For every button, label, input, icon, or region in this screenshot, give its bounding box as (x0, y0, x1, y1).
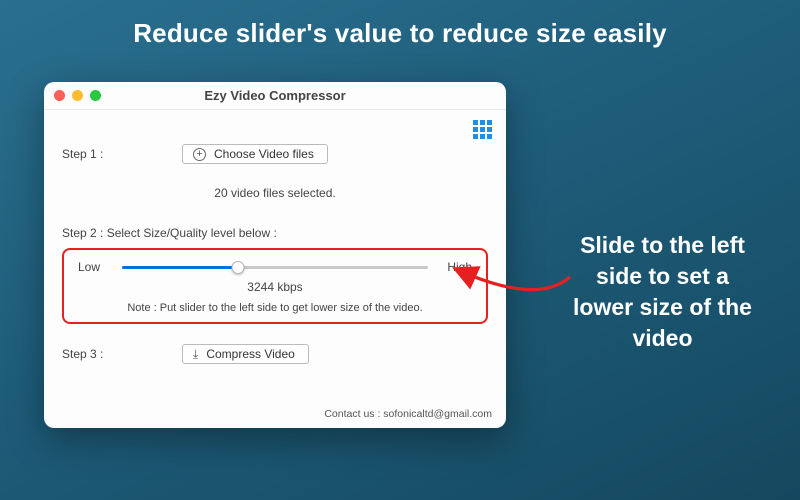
step1-label: Step 1 : (62, 147, 120, 161)
compress-video-button[interactable]: ⤓ Compress Video (182, 344, 309, 364)
step3-label: Step 3 : (62, 347, 120, 361)
contact-info: Contact us : sofonicaltd@gmail.com (324, 408, 492, 420)
bitrate-readout: 3244 kbps (78, 280, 472, 294)
app-window: Ezy Video Compressor Step 1 : + Choose V… (44, 82, 506, 428)
quality-slider-section: Low High 3244 kbps Note : Put slider to … (62, 248, 488, 324)
choose-button-label: Choose Video files (214, 147, 314, 161)
compress-button-label: Compress Video (206, 347, 295, 361)
slider-low-label: Low (78, 260, 110, 274)
slider-track-fill (122, 266, 238, 269)
plus-icon: + (193, 148, 206, 161)
slider-thumb[interactable] (232, 261, 245, 274)
grid-icon (473, 120, 492, 139)
callout-text: Slide to the left side to set a lower si… (565, 230, 760, 354)
slider-note: Note : Put slider to the left side to ge… (78, 302, 472, 314)
quality-slider[interactable] (122, 260, 428, 274)
grid-view-button[interactable] (473, 120, 492, 139)
selected-files-status: 20 video files selected. (62, 186, 488, 200)
download-icon: ⤓ (193, 348, 198, 360)
slider-high-label: High (440, 260, 472, 274)
step2-label: Step 2 : Select Size/Quality level below… (62, 226, 488, 240)
page-headline: Reduce slider's value to reduce size eas… (0, 0, 800, 49)
window-titlebar: Ezy Video Compressor (44, 82, 506, 110)
window-title: Ezy Video Compressor (44, 88, 506, 103)
choose-video-files-button[interactable]: + Choose Video files (182, 144, 328, 164)
